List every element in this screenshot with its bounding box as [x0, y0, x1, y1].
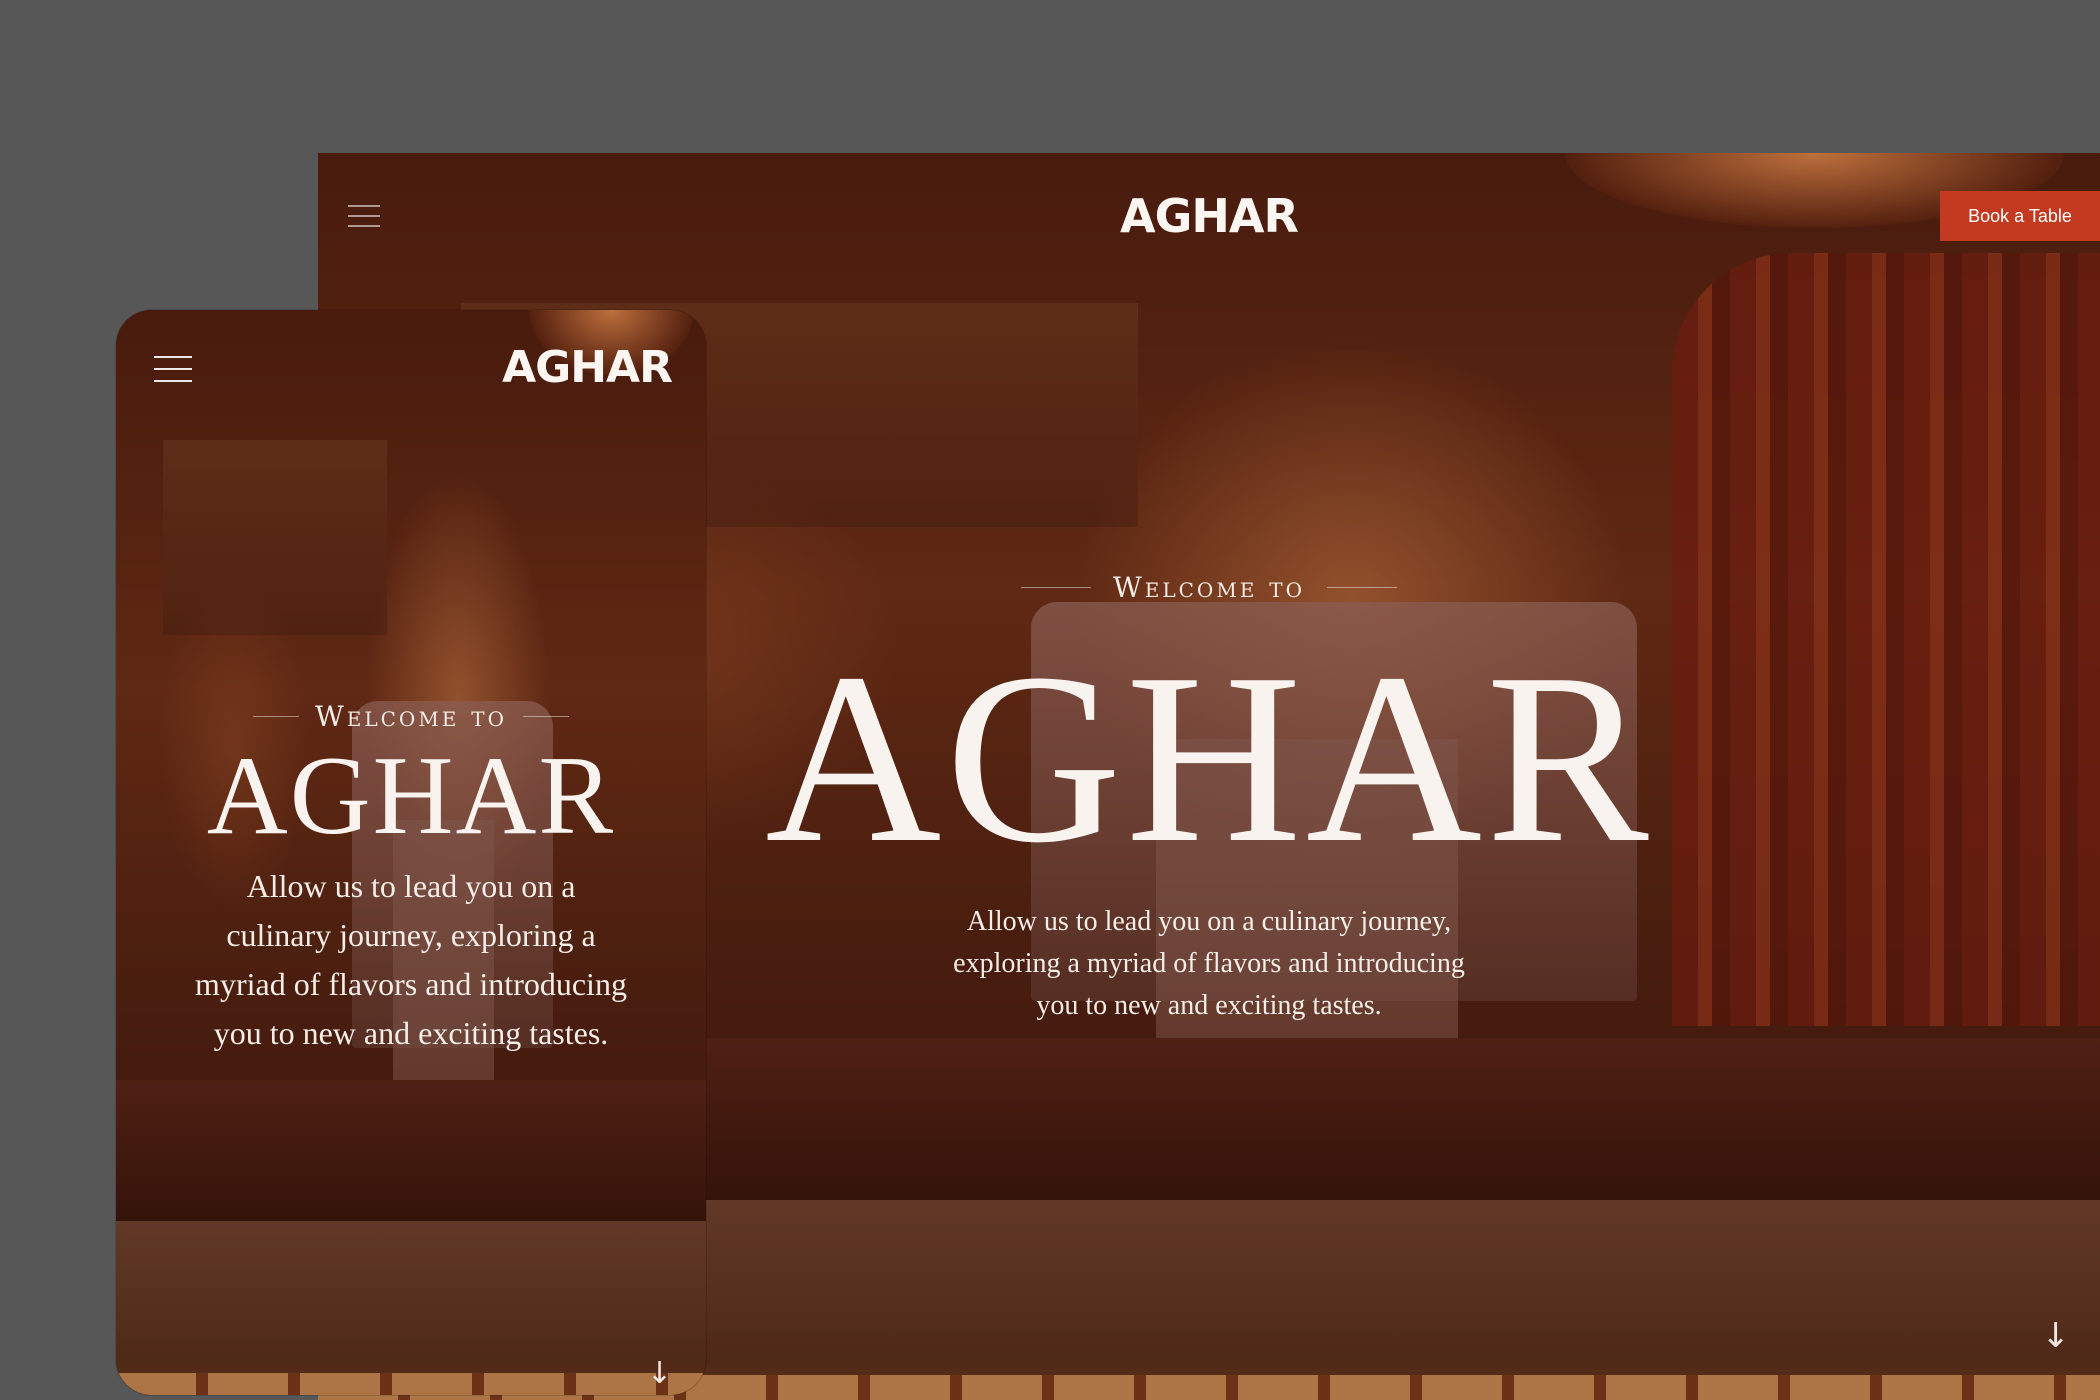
hamburger-menu-icon[interactable]	[154, 356, 192, 382]
hamburger-menu-icon[interactable]	[348, 205, 380, 227]
arrow-down-icon[interactable]: ↓	[647, 1356, 672, 1391]
site-logo[interactable]: AGHAR	[502, 342, 673, 393]
mobile-preview: AGHAR Welcome to AGHAR Allow us to lead …	[116, 310, 706, 1395]
hero-tagline: Allow us to lead you on a culinary journ…	[195, 868, 627, 1051]
divider	[523, 716, 570, 717]
divider	[1327, 587, 1398, 588]
book-table-button[interactable]: Book a Table	[1940, 191, 2100, 241]
hero-title: AGHAR	[206, 734, 616, 858]
welcome-label: Welcome to	[1112, 571, 1306, 604]
divider	[252, 716, 299, 717]
welcome-label: Welcome to	[314, 700, 508, 733]
site-logo[interactable]: AGHAR	[1120, 189, 1299, 243]
welcome-heading: Welcome to	[116, 700, 706, 733]
divider	[1020, 587, 1091, 588]
arrow-down-icon[interactable]: ↓	[2042, 1316, 2071, 1356]
hero-tagline: Allow us to lead you on a culinary journ…	[953, 906, 1465, 1021]
